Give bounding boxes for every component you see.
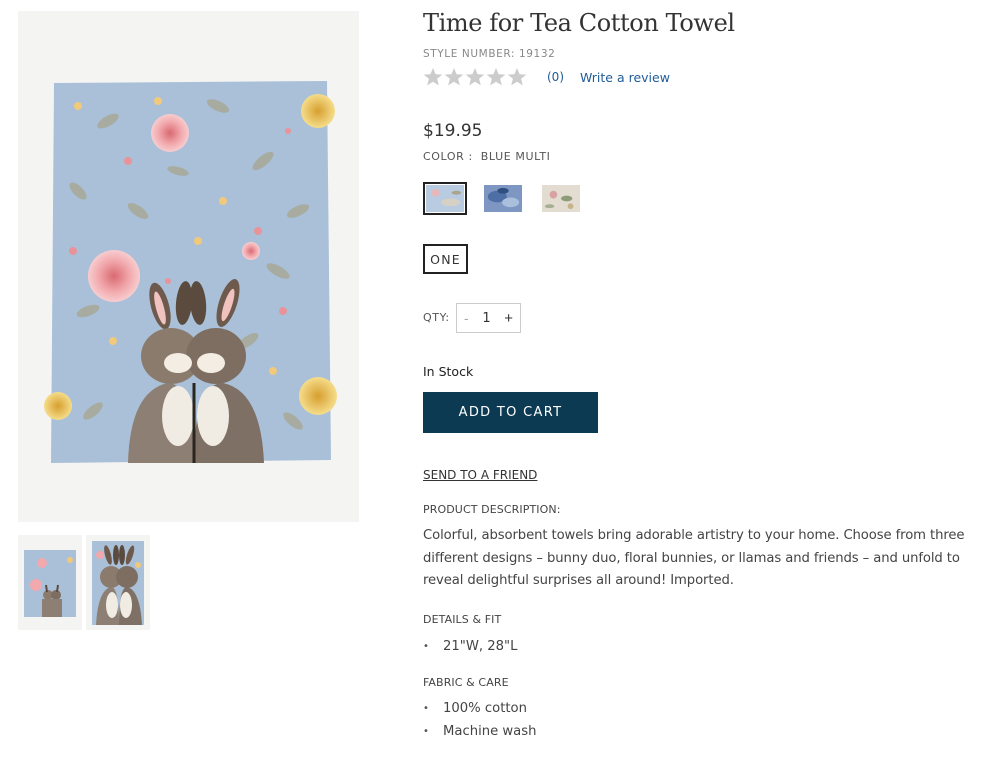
quantity-stepper: - 1 + <box>456 303 521 333</box>
fabric-care-heading: FABRIC & CARE <box>423 676 509 689</box>
list-item: • 100% cotton <box>423 697 537 720</box>
quantity-increase-button[interactable]: + <box>504 310 513 327</box>
send-to-friend-link[interactable]: SEND TO A FRIEND <box>423 468 537 482</box>
stock-status: In Stock <box>423 364 474 379</box>
add-to-cart-button[interactable]: ADD TO CART <box>423 392 598 433</box>
swatch-beige-floral[interactable] <box>539 182 583 215</box>
fabric-item-care: Machine wash <box>443 724 537 739</box>
main-product-image[interactable] <box>18 11 359 522</box>
details-fit-list: • 21"W, 28"L <box>423 635 517 658</box>
details-fit-heading: DETAILS & FIT <box>423 613 502 626</box>
style-number: STYLE NUMBER: 19132 <box>423 48 556 60</box>
product-title: Time for Tea Cotton Towel <box>423 9 735 37</box>
fabric-care-list: • 100% cotton • Machine wash <box>423 697 537 743</box>
star-empty-icon <box>507 67 527 87</box>
star-rating[interactable] <box>423 67 527 87</box>
rating-row: (0) Write a review <box>423 67 670 87</box>
bullet-icon: • <box>423 726 429 737</box>
size-option-one[interactable]: ONE <box>423 244 468 274</box>
color-swatches <box>423 182 583 215</box>
bullet-icon: • <box>423 641 429 652</box>
swatch-blue[interactable] <box>481 182 525 215</box>
color-label: COLOR : <box>423 150 473 163</box>
quantity-decrease-button[interactable]: - <box>464 310 469 326</box>
fabric-item-material: 100% cotton <box>443 701 527 716</box>
list-item: • 21"W, 28"L <box>423 635 517 658</box>
review-count[interactable]: (0) <box>547 70 564 84</box>
product-description-heading: PRODUCT DESCRIPTION: <box>423 503 561 516</box>
product-description: Colorful, absorbent towels bring adorabl… <box>423 528 965 588</box>
list-item: • Machine wash <box>423 720 537 743</box>
star-empty-icon <box>444 67 464 87</box>
swatch-blue-multi[interactable] <box>423 182 467 215</box>
star-empty-icon <box>486 67 506 87</box>
color-selection-label: COLOR : BLUE MULTI <box>423 150 551 163</box>
color-value: BLUE MULTI <box>480 150 551 163</box>
bullet-icon: • <box>423 703 429 714</box>
quantity-input[interactable]: 1 <box>476 311 496 326</box>
details-item-dimensions: 21"W, 28"L <box>443 639 518 654</box>
star-empty-icon <box>465 67 485 87</box>
thumbnail-image-2[interactable] <box>86 535 150 630</box>
price: $19.95 <box>423 121 483 141</box>
quantity-label: QTY: <box>423 311 450 324</box>
star-empty-icon <box>423 67 443 87</box>
write-review-link[interactable]: Write a review <box>580 70 670 85</box>
thumbnail-image-1[interactable] <box>18 535 82 630</box>
